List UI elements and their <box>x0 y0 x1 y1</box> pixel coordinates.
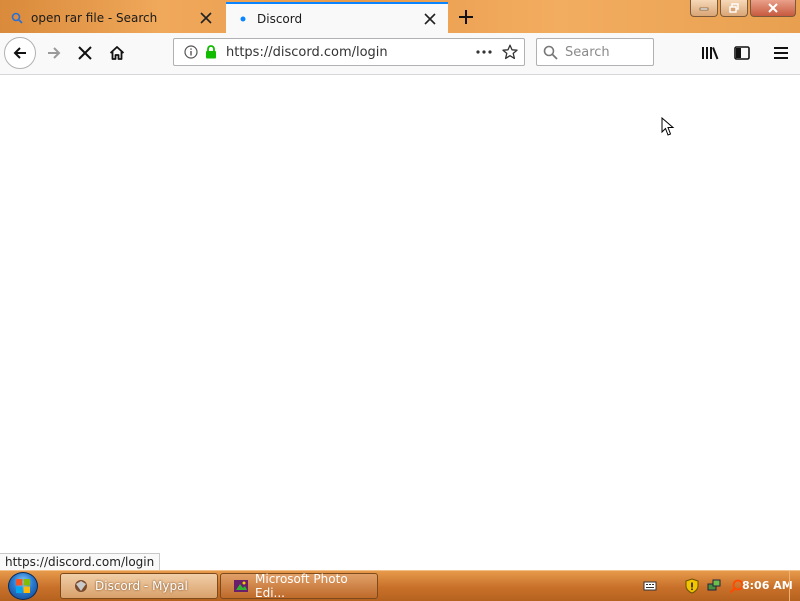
search-bar[interactable] <box>536 38 654 66</box>
status-panel: https://discord.com/login <box>0 553 161 571</box>
back-arrow-icon <box>13 47 26 59</box>
security-shield-icon[interactable] <box>684 578 700 594</box>
home-button[interactable] <box>101 37 133 69</box>
taskbar-item-discord[interactable]: Discord - Mypal <box>60 573 218 599</box>
nav-toolbar: https://discord.com/login <box>0 33 800 75</box>
lock-icon[interactable] <box>202 45 220 59</box>
show-desktop-button[interactable] <box>789 571 800 601</box>
url-text[interactable]: https://discord.com/login <box>220 45 472 60</box>
forward-arrow-icon <box>48 47 61 59</box>
photo-editor-icon <box>233 578 249 594</box>
taskbar-item-label: Microsoft Photo Edi... <box>255 572 348 600</box>
network-icon[interactable] <box>706 578 722 594</box>
taskbar-item-label: Discord - Mypal <box>95 579 188 593</box>
home-icon <box>109 46 125 60</box>
close-tab-icon[interactable] <box>418 7 442 31</box>
start-button[interactable] <box>8 572 38 600</box>
tab-search[interactable]: open rar file - Search <box>0 2 224 33</box>
window-controls <box>690 0 796 17</box>
search-icon <box>537 45 563 60</box>
mypal-browser-icon <box>73 578 89 594</box>
back-button[interactable] <box>4 37 36 69</box>
tab-discord[interactable]: Discord <box>226 2 448 33</box>
library-icon <box>702 47 719 60</box>
page-actions-icon[interactable] <box>472 50 496 54</box>
keyboard-icon[interactable] <box>642 578 658 594</box>
close-window-icon[interactable] <box>750 0 796 17</box>
forward-button[interactable] <box>38 37 70 69</box>
info-icon[interactable] <box>180 45 202 59</box>
system-tray <box>642 571 744 601</box>
sidebar-button[interactable] <box>726 37 758 69</box>
search-icon <box>10 11 24 25</box>
taskbar-item-photo-editor[interactable]: Microsoft Photo Edi... <box>220 572 378 600</box>
mouse-cursor-icon <box>661 116 675 140</box>
close-tab-icon[interactable] <box>194 6 218 30</box>
loading-dot-icon <box>236 12 250 26</box>
minimize-icon[interactable] <box>690 0 718 17</box>
library-button[interactable] <box>694 37 726 69</box>
hamburger-menu-icon <box>774 47 788 59</box>
tab-title: open rar file - Search <box>31 10 158 25</box>
menu-button[interactable] <box>765 37 797 69</box>
bookmark-star-icon[interactable] <box>496 44 524 60</box>
restore-icon[interactable] <box>720 0 748 17</box>
taskbar: Discord - Mypal Microsoft Photo Edi... 8… <box>0 570 800 601</box>
tab-title: Discord <box>257 11 303 26</box>
stop-button[interactable] <box>69 37 101 69</box>
stop-icon <box>78 46 92 60</box>
page-content <box>0 75 800 570</box>
url-bar[interactable]: https://discord.com/login <box>173 38 525 66</box>
clock[interactable]: 8:06 AM <box>742 579 793 592</box>
tab-strip: open rar file - Search Discord <box>0 0 800 33</box>
windows-logo-icon <box>16 579 30 593</box>
sidebar-icon <box>734 46 750 60</box>
search-input[interactable] <box>563 43 651 61</box>
new-tab-icon[interactable] <box>454 5 478 29</box>
